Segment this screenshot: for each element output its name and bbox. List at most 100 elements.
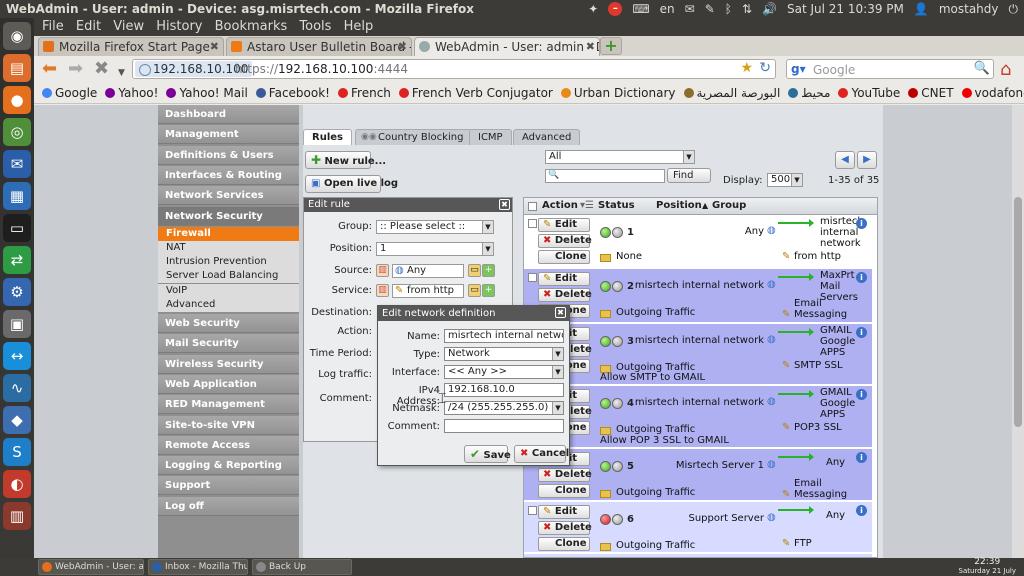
bookmark-item[interactable]: YouTube (838, 82, 900, 103)
scroll-thumb[interactable] (1014, 197, 1022, 427)
bookmark-item[interactable]: CNET (908, 82, 954, 103)
position-select[interactable]: 1 ▼ (376, 242, 494, 256)
bookmark-item[interactable]: Google (42, 82, 97, 103)
sidebar-subitem[interactable]: VoIP (158, 283, 299, 298)
sort-asc-icon[interactable]: ▲ (702, 198, 708, 214)
netmask-select[interactable]: /24 (255.255.255.0) ▼ (444, 401, 564, 415)
row-checkbox[interactable] (528, 219, 537, 228)
close-icon[interactable]: ✖ (555, 307, 566, 318)
thunderbird-icon[interactable]: ✉ (3, 150, 31, 178)
status-toggle-icon[interactable] (600, 227, 611, 238)
clone-button[interactable]: Clone (538, 250, 590, 264)
writer-icon[interactable]: ▦ (3, 182, 31, 210)
menu-file[interactable]: File (42, 18, 64, 36)
status-toggle-icon[interactable] (612, 398, 623, 409)
folder-icon[interactable]: ▭ (468, 284, 481, 297)
find-input[interactable]: 🔍 (545, 169, 665, 183)
wireshark-icon[interactable]: ∿ (3, 374, 31, 402)
history-dropdown-icon[interactable]: ▼ (118, 64, 125, 82)
header-group[interactable]: Group (712, 198, 746, 214)
new-tab-button[interactable]: + (600, 37, 622, 55)
display-select[interactable]: 500 ▼ (767, 173, 803, 187)
next-page-button[interactable]: ▶ (857, 151, 877, 169)
tab-icmp[interactable]: ICMP (469, 129, 512, 145)
status-toggle-icon[interactable] (612, 336, 623, 347)
edit-button[interactable]: ✎ Edit (538, 505, 590, 519)
tab-advanced[interactable]: Advanced (513, 129, 581, 145)
sidebar-subitem[interactable]: NAT (158, 241, 299, 255)
close-icon[interactable]: ✖ (499, 199, 510, 210)
delete-button[interactable]: ✖ Delete (538, 468, 592, 482)
skype-icon[interactable]: S (3, 438, 31, 466)
info-icon[interactable]: i (856, 218, 867, 229)
sidebar-item[interactable]: Web Security (158, 314, 299, 333)
menu-history[interactable]: History (156, 18, 202, 36)
chat-icon[interactable]: ✎ (705, 0, 715, 18)
info-icon[interactable]: i (856, 389, 867, 400)
sidebar-subitem[interactable]: Server Load Balancing (158, 269, 299, 284)
search-icon[interactable]: 🔍 (974, 61, 990, 76)
sidebar-item[interactable]: Management (158, 125, 299, 145)
open-live-log-button[interactable]: ▣ Open live log (305, 175, 398, 193)
status-toggle-icon[interactable] (600, 398, 611, 409)
keyboard-lang[interactable]: en (660, 0, 675, 18)
url-text[interactable]: https://192.168.10.100:4444 (235, 62, 408, 76)
bookmark-item[interactable]: Yahoo! (105, 82, 158, 103)
menu-help[interactable]: Help (344, 18, 374, 36)
info-icon[interactable]: i (856, 505, 867, 516)
menu-edit[interactable]: Edit (76, 18, 101, 36)
info-icon[interactable]: i (856, 272, 867, 283)
firefox-icon[interactable]: ● (3, 86, 31, 114)
status-toggle-icon[interactable] (600, 281, 611, 292)
sidebar-item[interactable]: RED Management (158, 395, 299, 415)
sidebar-item[interactable]: Mail Security (158, 334, 299, 354)
power-icon[interactable]: ⏻ (1009, 0, 1019, 18)
interface-select[interactable]: << Any >> ▼ (444, 365, 564, 379)
add-icon[interactable]: + (482, 284, 495, 297)
remote-icon[interactable]: ⚙ (3, 278, 31, 306)
sidebar-item[interactable]: Network Services (158, 186, 299, 206)
sidebar-item[interactable]: Network Security (158, 206, 299, 226)
sidebar-item[interactable]: Support (158, 476, 299, 496)
sidebar-item[interactable]: Remote Access (158, 435, 299, 455)
status-toggle-icon[interactable] (612, 281, 623, 292)
sidebar-item[interactable]: Web Application Security (158, 374, 299, 409)
bookmark-star-icon[interactable]: ★ (740, 60, 753, 76)
ipv4-input[interactable]: 192.168.10.0 (444, 383, 564, 397)
sidebar-item[interactable]: Dashboard (158, 105, 299, 124)
folder-icon[interactable]: ▭ (468, 264, 481, 277)
files-icon[interactable]: ▤ (3, 54, 31, 82)
status-toggle-icon[interactable] (600, 461, 611, 472)
network-icon[interactable]: ⇅ (742, 0, 752, 18)
column-menu-icon[interactable]: ▾☰ (580, 198, 594, 214)
delete-button[interactable]: ✖ Delete (538, 288, 592, 302)
info-icon[interactable]: i (856, 452, 867, 463)
header-position[interactable]: Position (656, 198, 702, 214)
prev-page-button[interactable]: ◀ (835, 151, 855, 169)
trash-icon[interactable]: ▥ (376, 284, 389, 297)
user-icon[interactable]: 👤 (914, 0, 929, 18)
menu-bookmarks[interactable]: Bookmarks (215, 18, 288, 36)
status-toggle-icon[interactable] (612, 227, 623, 238)
info-icon[interactable]: i (856, 327, 867, 338)
select-all-checkbox[interactable] (528, 202, 537, 211)
clone-button[interactable]: Clone (538, 537, 590, 551)
edit-button[interactable]: ✎ Edit (538, 272, 590, 286)
close-icon[interactable]: ✖ (210, 38, 219, 56)
bookmark-item[interactable]: البورصة المصرية (683, 82, 780, 103)
forward-icon[interactable]: ➡ (68, 60, 83, 78)
sidebar-subitem[interactable]: Firewall (158, 226, 299, 241)
menu-tools[interactable]: Tools (299, 18, 331, 36)
toggle-icon[interactable]: ◉◉ (361, 132, 377, 142)
status-toggle-icon[interactable] (600, 514, 611, 525)
delete-button[interactable]: ✖ Delete (538, 234, 592, 248)
task-backup[interactable]: Back Up (252, 559, 352, 575)
page-scrollbar[interactable] (1012, 105, 1024, 558)
add-icon[interactable]: + (482, 264, 495, 277)
status-toggle-icon[interactable] (612, 461, 623, 472)
type-select[interactable]: Network ▼ (444, 347, 564, 361)
bookmark-item[interactable]: Urban Dictionary (560, 82, 676, 103)
user-name[interactable]: mostahdy (939, 0, 999, 18)
bookmark-item[interactable]: French (338, 82, 391, 103)
home-icon[interactable]: ⌂ (1000, 59, 1011, 80)
